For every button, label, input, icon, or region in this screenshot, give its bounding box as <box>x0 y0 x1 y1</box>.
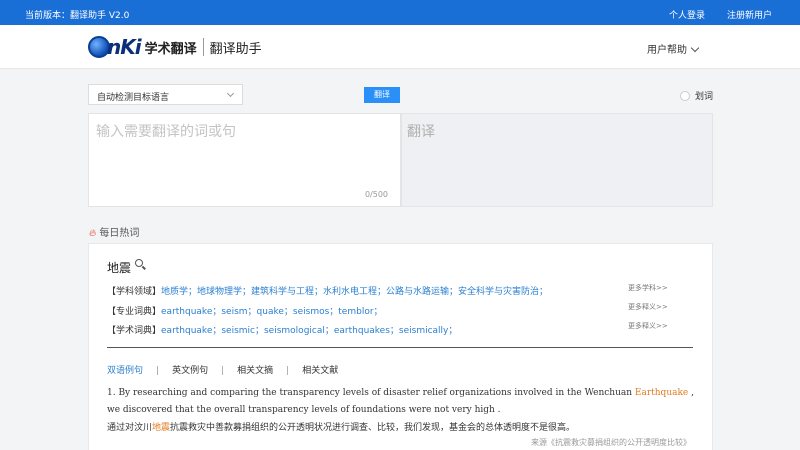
tab-separator: | <box>156 366 160 376</box>
example-english: 1. By researching and comparing the tran… <box>107 385 697 419</box>
row-label: 【学科领域】 <box>107 287 162 297</box>
example-en-text: 1. By researching and comparing the tran… <box>107 388 635 398</box>
example-tabs: 双语例句 | 英文例句 | 相关文摘 | 相关文献 <box>107 363 338 376</box>
academic-dictionary-row: 【学术词典】earthquake；seismic；seismological；e… <box>107 323 457 336</box>
app-name: 翻译助手 <box>209 41 262 57</box>
brand-name: 学术翻译 <box>144 41 197 57</box>
more-definitions-link[interactable]: 更多释义>> <box>628 321 668 331</box>
example-cn-text: 通过对汶川 <box>107 423 153 433</box>
example-source-link[interactable]: 来源《抗震救灾募捐组织的公开透明度比较》 <box>531 437 691 448</box>
hot-words-title: 🔥︎ 每日热词 <box>89 224 139 239</box>
target-language-value: 自动检测目标语言 <box>97 93 170 103</box>
subject-field-row: 【学科领域】地质学；地球物理学；建筑科学与工程；水利水电工程；公路与水路运输；安… <box>107 284 548 297</box>
tab-bilingual-examples[interactable]: 双语例句 <box>107 363 143 376</box>
register-link[interactable]: 注册新用户 <box>727 8 772 21</box>
personal-login-link[interactable]: 个人登录 <box>669 8 705 21</box>
tab-related-literature[interactable]: 相关文献 <box>302 363 338 376</box>
more-subjects-link[interactable]: 更多学科>> <box>628 283 668 293</box>
tab-separator: | <box>286 366 290 376</box>
tab-related-abstracts[interactable]: 相关文摘 <box>237 363 273 376</box>
version-text: 当前版本：翻译助手 V2.0 <box>25 11 130 21</box>
fire-icon: 🔥︎ <box>89 228 97 239</box>
top-bar: 当前版本：翻译助手 V2.0 个人登录 注册新用户 <box>0 0 800 25</box>
academic-dictionary-links[interactable]: earthquake；seismic；seismological；earthqu… <box>161 326 457 336</box>
logo-letters: nKi <box>107 35 142 59</box>
example-chinese: 通过对汶川地震抗震救灾中善款募捐组织的公开透明状况进行调查、比较，我们发现，基金… <box>107 420 575 433</box>
help-menu[interactable]: 用户帮助 <box>647 41 700 56</box>
example-cn-highlight: 地震 <box>152 423 171 433</box>
output-placeholder: 翻译 <box>407 124 435 140</box>
target-language-select[interactable]: 自动检测目标语言 <box>88 84 243 105</box>
char-count: 0/500 <box>364 190 388 199</box>
row-label: 【学术词典】 <box>107 326 162 336</box>
example-cn-text: 抗震救灾中善款募捐组织的公开透明状况进行调查、比较，我们发现，基金会的总体透明度… <box>170 423 576 433</box>
subject-field-links[interactable]: 地质学；地球物理学；建筑科学与工程；水利水电工程；公路与水路运输；安全科学与灾害… <box>161 287 548 297</box>
word-card: 地震 【学科领域】地质学；地球物理学；建筑科学与工程；水利水电工程；公路与水路运… <box>88 243 713 450</box>
row-label: 【专业词典】 <box>107 307 162 317</box>
cnki-logo[interactable]: nKi 学术翻译 翻译助手 <box>88 35 262 59</box>
logo-divider <box>202 38 204 56</box>
professional-dictionary-links[interactable]: earthquake；seism；quake；seismos；temblor； <box>161 307 383 317</box>
source-text-input[interactable]: 输入需要翻译的词或句 0/500 <box>88 113 401 207</box>
search-icon[interactable] <box>135 259 143 267</box>
divider <box>107 347 693 348</box>
word-select-label: 划词 <box>695 92 714 102</box>
tab-english-examples[interactable]: 英文例句 <box>172 363 208 376</box>
example-en-highlight: Earthquake <box>634 388 689 398</box>
more-definitions-link[interactable]: 更多释义>> <box>628 302 668 312</box>
header: nKi 学术翻译 翻译助手 用户帮助 <box>0 25 800 69</box>
input-placeholder: 输入需要翻译的词或句 <box>96 124 236 140</box>
word-select-toggle[interactable]: 划词 <box>680 89 713 102</box>
help-label: 用户帮助 <box>647 45 687 56</box>
headword: 地震 <box>107 261 132 275</box>
translate-button[interactable]: 翻译 <box>364 87 400 103</box>
translation-output: 翻译 <box>401 113 713 207</box>
chevron-down-icon <box>226 89 235 98</box>
hot-words-label: 每日热词 <box>99 228 140 239</box>
tab-separator: | <box>221 366 225 376</box>
chevron-down-icon <box>690 43 700 53</box>
professional-dictionary-row: 【专业词典】earthquake；seism；quake；seismos；tem… <box>107 304 383 317</box>
radio-icon[interactable] <box>680 90 690 101</box>
